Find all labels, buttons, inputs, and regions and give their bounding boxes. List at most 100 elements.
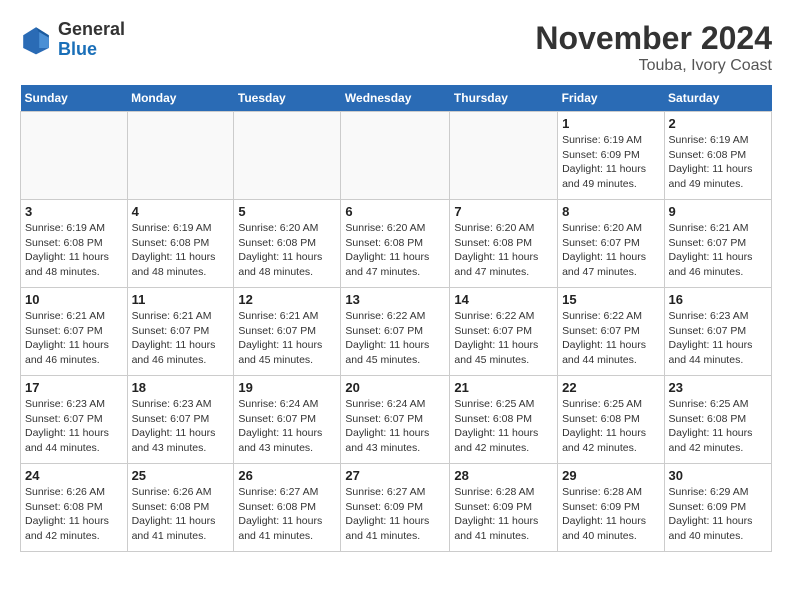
calendar-cell: 10 Sunrise: 6:21 AMSunset: 6:07 PMDayligh… bbox=[21, 288, 128, 376]
calendar-header-monday: Monday bbox=[127, 85, 234, 112]
day-detail: Sunrise: 6:27 AMSunset: 6:09 PMDaylight:… bbox=[345, 485, 445, 544]
day-detail: Sunrise: 6:26 AMSunset: 6:08 PMDaylight:… bbox=[25, 485, 123, 544]
day-detail: Sunrise: 6:22 AMSunset: 6:07 PMDaylight:… bbox=[562, 309, 659, 368]
calendar-cell: 11 Sunrise: 6:21 AMSunset: 6:07 PMDayligh… bbox=[127, 288, 234, 376]
day-detail: Sunrise: 6:19 AMSunset: 6:08 PMDaylight:… bbox=[25, 221, 123, 280]
day-number: 20 bbox=[345, 380, 445, 395]
day-detail: Sunrise: 6:19 AMSunset: 6:08 PMDaylight:… bbox=[669, 133, 767, 192]
day-detail: Sunrise: 6:20 AMSunset: 6:08 PMDaylight:… bbox=[345, 221, 445, 280]
calendar-cell: 15 Sunrise: 6:22 AMSunset: 6:07 PMDayligh… bbox=[558, 288, 664, 376]
day-number: 27 bbox=[345, 468, 445, 483]
calendar-cell: 14Sunrise: 6:22 AMSunset: 6:07 PMDayligh… bbox=[450, 288, 558, 376]
calendar-cell bbox=[234, 112, 341, 200]
calendar-cell: 28 Sunrise: 6:28 AMSunset: 6:09 PMDayligh… bbox=[450, 464, 558, 552]
calendar-cell: 22 Sunrise: 6:25 AMSunset: 6:08 PMDayligh… bbox=[558, 376, 664, 464]
day-number: 7 bbox=[454, 204, 553, 219]
calendar-cell: 30 Sunrise: 6:29 AMSunset: 6:09 PMDayligh… bbox=[664, 464, 771, 552]
day-number: 5 bbox=[238, 204, 336, 219]
day-number: 17 bbox=[25, 380, 123, 395]
day-number: 18 bbox=[132, 380, 230, 395]
day-number: 15 bbox=[562, 292, 659, 307]
day-number: 8 bbox=[562, 204, 659, 219]
calendar-cell bbox=[450, 112, 558, 200]
calendar-cell bbox=[21, 112, 128, 200]
day-detail: Sunrise: 6:23 AMSunset: 6:07 PMDaylight:… bbox=[25, 397, 123, 456]
calendar-cell: 18 Sunrise: 6:23 AMSunset: 6:07 PMDayligh… bbox=[127, 376, 234, 464]
calendar-header-tuesday: Tuesday bbox=[234, 85, 341, 112]
calendar-cell bbox=[127, 112, 234, 200]
day-detail: Sunrise: 6:21 AMSunset: 6:07 PMDaylight:… bbox=[238, 309, 336, 368]
month-title: November 2024 bbox=[535, 20, 772, 57]
day-detail: Sunrise: 6:20 AMSunset: 6:08 PMDaylight:… bbox=[238, 221, 336, 280]
calendar-cell: 21 Sunrise: 6:25 AMSunset: 6:08 PMDayligh… bbox=[450, 376, 558, 464]
day-detail: Sunrise: 6:21 AMSunset: 6:07 PMDaylight:… bbox=[669, 221, 767, 280]
calendar-cell: 13Sunrise: 6:22 AMSunset: 6:07 PMDayligh… bbox=[341, 288, 450, 376]
day-number: 2 bbox=[669, 116, 767, 131]
calendar-cell: 24Sunrise: 6:26 AMSunset: 6:08 PMDayligh… bbox=[21, 464, 128, 552]
day-number: 22 bbox=[562, 380, 659, 395]
day-detail: Sunrise: 6:21 AMSunset: 6:07 PMDaylight:… bbox=[132, 309, 230, 368]
day-number: 25 bbox=[132, 468, 230, 483]
day-detail: Sunrise: 6:20 AMSunset: 6:08 PMDaylight:… bbox=[454, 221, 553, 280]
day-detail: Sunrise: 6:21 AMSunset: 6:07 PMDaylight:… bbox=[25, 309, 123, 368]
logo: General Blue bbox=[20, 20, 125, 60]
calendar-cell: 3 Sunrise: 6:19 AMSunset: 6:08 PMDaylight… bbox=[21, 200, 128, 288]
day-number: 28 bbox=[454, 468, 553, 483]
day-number: 19 bbox=[238, 380, 336, 395]
calendar-week-5: 24Sunrise: 6:26 AMSunset: 6:08 PMDayligh… bbox=[21, 464, 772, 552]
calendar-header-friday: Friday bbox=[558, 85, 664, 112]
day-detail: Sunrise: 6:29 AMSunset: 6:09 PMDaylight:… bbox=[669, 485, 767, 544]
day-detail: Sunrise: 6:24 AMSunset: 6:07 PMDaylight:… bbox=[238, 397, 336, 456]
day-number: 16 bbox=[669, 292, 767, 307]
calendar-cell: 2 Sunrise: 6:19 AMSunset: 6:08 PMDaylight… bbox=[664, 112, 771, 200]
calendar-week-2: 3 Sunrise: 6:19 AMSunset: 6:08 PMDaylight… bbox=[21, 200, 772, 288]
calendar-cell: 17 Sunrise: 6:23 AMSunset: 6:07 PMDayligh… bbox=[21, 376, 128, 464]
day-number: 21 bbox=[454, 380, 553, 395]
calendar-header-thursday: Thursday bbox=[450, 85, 558, 112]
calendar-cell: 27 Sunrise: 6:27 AMSunset: 6:09 PMDayligh… bbox=[341, 464, 450, 552]
calendar-header-saturday: Saturday bbox=[664, 85, 771, 112]
day-number: 23 bbox=[669, 380, 767, 395]
day-number: 4 bbox=[132, 204, 230, 219]
day-number: 9 bbox=[669, 204, 767, 219]
day-number: 11 bbox=[132, 292, 230, 307]
calendar-cell: 9 Sunrise: 6:21 AMSunset: 6:07 PMDaylight… bbox=[664, 200, 771, 288]
calendar-cell: 16Sunrise: 6:23 AMSunset: 6:07 PMDayligh… bbox=[664, 288, 771, 376]
day-detail: Sunrise: 6:22 AMSunset: 6:07 PMDaylight:… bbox=[345, 309, 445, 368]
calendar-week-4: 17 Sunrise: 6:23 AMSunset: 6:07 PMDayligh… bbox=[21, 376, 772, 464]
day-detail: Sunrise: 6:25 AMSunset: 6:08 PMDaylight:… bbox=[669, 397, 767, 456]
calendar-cell: 20 Sunrise: 6:24 AMSunset: 6:07 PMDayligh… bbox=[341, 376, 450, 464]
logo-general: General bbox=[58, 19, 125, 39]
page-header: General Blue November 2024 Touba, Ivory … bbox=[20, 20, 772, 75]
calendar-cell: 5 Sunrise: 6:20 AMSunset: 6:08 PMDaylight… bbox=[234, 200, 341, 288]
day-detail: Sunrise: 6:25 AMSunset: 6:08 PMDaylight:… bbox=[562, 397, 659, 456]
day-detail: Sunrise: 6:20 AMSunset: 6:07 PMDaylight:… bbox=[562, 221, 659, 280]
day-number: 29 bbox=[562, 468, 659, 483]
calendar-header-row: SundayMondayTuesdayWednesdayThursdayFrid… bbox=[21, 85, 772, 112]
logo-text: General Blue bbox=[58, 20, 125, 60]
day-number: 6 bbox=[345, 204, 445, 219]
calendar-week-1: 1Sunrise: 6:19 AMSunset: 6:09 PMDaylight… bbox=[21, 112, 772, 200]
calendar-header-sunday: Sunday bbox=[21, 85, 128, 112]
day-number: 3 bbox=[25, 204, 123, 219]
calendar-cell: 29Sunrise: 6:28 AMSunset: 6:09 PMDayligh… bbox=[558, 464, 664, 552]
day-number: 14 bbox=[454, 292, 553, 307]
calendar-week-3: 10 Sunrise: 6:21 AMSunset: 6:07 PMDayligh… bbox=[21, 288, 772, 376]
title-block: November 2024 Touba, Ivory Coast bbox=[535, 20, 772, 75]
day-detail: Sunrise: 6:28 AMSunset: 6:09 PMDaylight:… bbox=[454, 485, 553, 544]
day-detail: Sunrise: 6:19 AMSunset: 6:09 PMDaylight:… bbox=[562, 133, 659, 192]
calendar-cell: 19 Sunrise: 6:24 AMSunset: 6:07 PMDayligh… bbox=[234, 376, 341, 464]
calendar-cell: 4Sunrise: 6:19 AMSunset: 6:08 PMDaylight… bbox=[127, 200, 234, 288]
calendar-cell: 6 Sunrise: 6:20 AMSunset: 6:08 PMDaylight… bbox=[341, 200, 450, 288]
logo-icon bbox=[20, 24, 52, 56]
calendar-cell: 12Sunrise: 6:21 AMSunset: 6:07 PMDayligh… bbox=[234, 288, 341, 376]
day-detail: Sunrise: 6:24 AMSunset: 6:07 PMDaylight:… bbox=[345, 397, 445, 456]
day-detail: Sunrise: 6:26 AMSunset: 6:08 PMDaylight:… bbox=[132, 485, 230, 544]
day-detail: Sunrise: 6:23 AMSunset: 6:07 PMDaylight:… bbox=[132, 397, 230, 456]
day-number: 10 bbox=[25, 292, 123, 307]
logo-blue: Blue bbox=[58, 39, 97, 59]
day-number: 30 bbox=[669, 468, 767, 483]
day-detail: Sunrise: 6:25 AMSunset: 6:08 PMDaylight:… bbox=[454, 397, 553, 456]
calendar-cell bbox=[341, 112, 450, 200]
calendar-table: SundayMondayTuesdayWednesdayThursdayFrid… bbox=[20, 85, 772, 552]
